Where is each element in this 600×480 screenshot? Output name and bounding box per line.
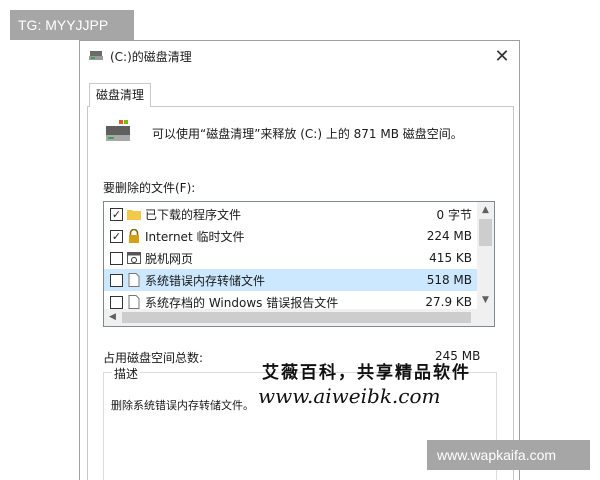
file-name: Internet 临时文件: [145, 229, 245, 244]
checkbox-windows-error-reports[interactable]: [110, 295, 123, 309]
offline-page-icon: [127, 252, 141, 264]
checkbox-internet-temp-files[interactable]: ✓: [110, 229, 123, 243]
disk-cleanup-icon: [89, 51, 103, 60]
scroll-left-arrow-icon[interactable]: ◀: [104, 309, 121, 326]
file-icon: [128, 273, 140, 287]
list-item[interactable]: 系统错误内存转储文件 518 MB: [104, 269, 478, 291]
window-title: (C:)的磁盘清理: [110, 50, 192, 64]
list-item[interactable]: 脱机网页 415 KB: [104, 247, 478, 269]
lock-icon: [129, 229, 139, 243]
list-item[interactable]: ✓ 已下载的程序文件 0 字节: [104, 203, 478, 225]
intro-text: 可以使用“磁盘清理”来释放 (C:) 上的 871 MB 磁盘空间。: [152, 127, 463, 141]
drive-icon: [106, 120, 130, 141]
watermark-url: www.aiweibk.com: [258, 384, 441, 408]
horizontal-scroll-thumb[interactable]: [122, 312, 471, 323]
scroll-up-arrow-icon[interactable]: ▲: [477, 202, 494, 219]
description-text: 删除系统错误内存转储文件。: [111, 399, 254, 412]
file-size: 518 MB: [426, 273, 472, 287]
folder-icon: [127, 210, 141, 220]
watermark-bottom-right: www.wapkaifa.com: [427, 440, 590, 470]
file-size: 415 KB: [429, 251, 472, 265]
file-size: 224 MB: [426, 229, 472, 243]
file-name: 系统错误内存转储文件: [145, 273, 266, 288]
disk-cleanup-window: (C:)的磁盘清理 ✕ 磁盘清理 可以使用“磁盘清理”来释放 (C:) 上的 8…: [79, 40, 520, 480]
file-name: 系统存档的 Windows 错误报告文件: [145, 295, 339, 310]
close-button[interactable]: ✕: [485, 41, 519, 71]
checkbox-system-memory-dump[interactable]: [110, 273, 123, 287]
file-name: 已下载的程序文件: [145, 207, 242, 222]
list-item[interactable]: ✓ Internet 临时文件 224 MB: [104, 225, 478, 247]
watermark-cn: 艾薇百科，共享精品软件: [262, 363, 471, 383]
tab-disk-cleanup[interactable]: 磁盘清理: [89, 83, 151, 107]
checkbox-offline-pages[interactable]: [110, 251, 123, 265]
vertical-scroll-thumb[interactable]: [479, 219, 492, 246]
horizontal-scrollbar[interactable]: ◀ ▶: [104, 309, 494, 326]
scroll-down-arrow-icon[interactable]: ▼: [477, 292, 494, 309]
vertical-scrollbar[interactable]: ▲ ▼: [477, 202, 494, 309]
files-list[interactable]: ✓ 已下载的程序文件 0 字节 ✓ Internet 临时文件 224 MB 脱…: [103, 201, 495, 327]
scrollbar-corner: [477, 309, 494, 326]
checkbox-downloaded-programs[interactable]: ✓: [110, 207, 123, 221]
file-icon: [128, 295, 140, 309]
tab-panel: 可以使用“磁盘清理”来释放 (C:) 上的 871 MB 磁盘空间。 要删除的文…: [87, 106, 514, 480]
description-legend: 描述: [112, 365, 141, 382]
watermark-top-left: TG: MYYJJPP: [10, 10, 134, 40]
title-bar: (C:)的磁盘清理 ✕: [80, 41, 519, 71]
total-space-label: 占用磁盘空间总数:: [103, 351, 204, 365]
files-to-delete-label: 要删除的文件(F):: [103, 181, 196, 195]
file-size: 27.9 KB: [425, 295, 472, 309]
close-icon: ✕: [494, 45, 510, 67]
file-name: 脱机网页: [145, 251, 194, 266]
file-size: 0 字节: [436, 207, 472, 222]
